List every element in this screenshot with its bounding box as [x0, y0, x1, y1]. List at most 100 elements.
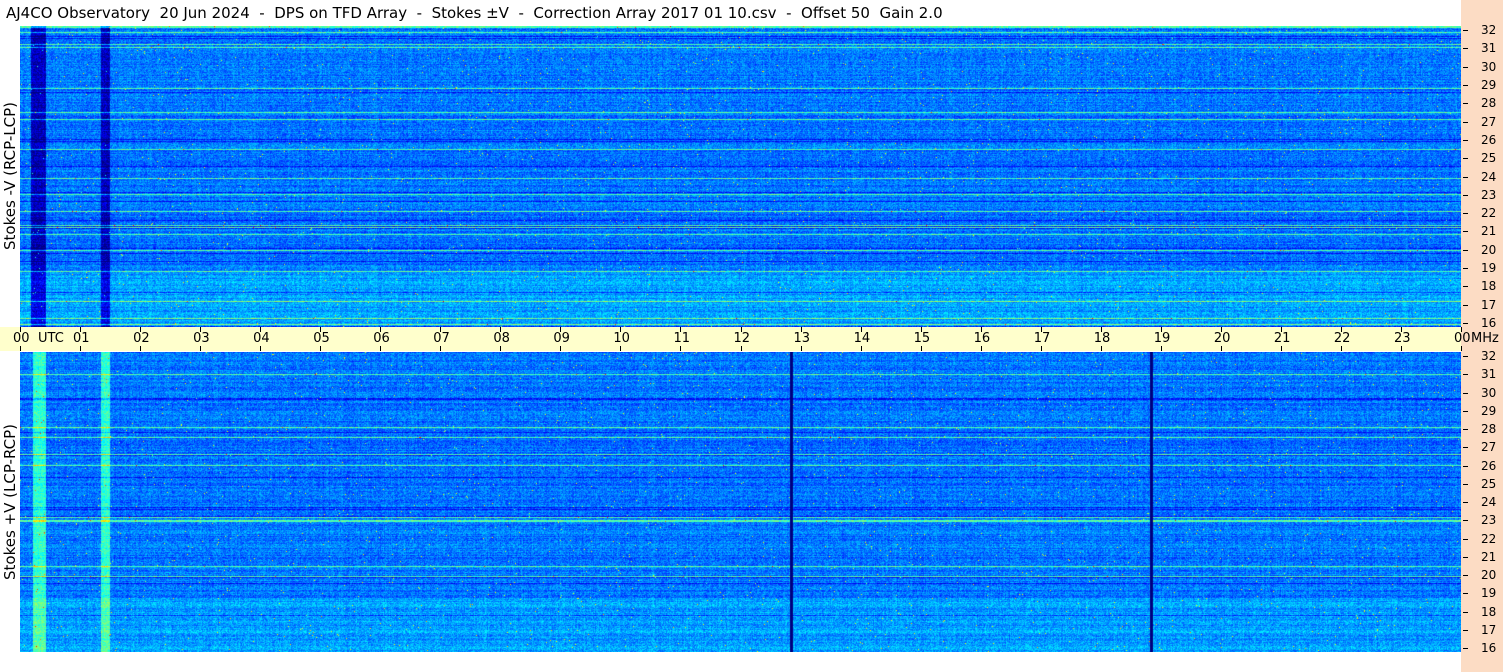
time-tick-mark [1400, 327, 1402, 332]
freq-top-tick-32: 32 [1461, 23, 1503, 37]
time-tick-label: 00 [13, 331, 30, 346]
time-tick-mark [500, 327, 502, 332]
time-tick-mark [1340, 327, 1342, 332]
freq-top-tick-label: 32 [1481, 23, 1497, 37]
freq-top-tick-mark [1463, 231, 1468, 233]
time-tick-mark [80, 346, 82, 351]
time-tick-mark [140, 346, 142, 351]
time-tick-mark [20, 327, 21, 332]
time-tick-mark [440, 346, 442, 351]
time-tick-mark [1040, 346, 1042, 351]
freq-top-tick-29: 29 [1461, 78, 1503, 92]
time-tick-mark [260, 346, 262, 351]
spectrogram-top [20, 26, 1461, 327]
time-tick-mark [1400, 346, 1402, 351]
freq-top-tick-label: 28 [1481, 96, 1497, 111]
freq-top-tick-mark [1463, 323, 1468, 324]
freq-bottom-tick-29: 29 [1461, 404, 1503, 418]
time-tick-mark [1160, 327, 1162, 332]
freq-top-tick-mark [1463, 194, 1468, 196]
freq-bottom-tick-32: 32 [1461, 349, 1503, 363]
freq-top-tick-label: 27 [1481, 114, 1497, 129]
freq-bottom-tick-27: 27 [1461, 440, 1503, 454]
freq-top-tick-mark [1463, 66, 1468, 68]
freq-bottom-tick-label: 29 [1481, 403, 1497, 418]
time-tick-mark [920, 327, 922, 332]
freq-top-tick-label: 21 [1481, 224, 1497, 239]
freq-top-tick-mark [1463, 213, 1468, 215]
freq-bottom-tick-label: 28 [1481, 422, 1497, 436]
spectrogram-bottom-canvas [20, 352, 1461, 652]
freq-bottom-tick-mark [1463, 502, 1468, 503]
freq-bottom-tick-31: 31 [1461, 367, 1503, 381]
freq-top-tick-mark [1463, 121, 1468, 123]
freq-bottom-tick-mark [1463, 392, 1468, 394]
time-tick-mark [680, 327, 682, 332]
time-tick-mark [860, 346, 862, 351]
time-tick-label: 19 [1153, 331, 1171, 346]
freq-bottom-tick-19: 19 [1461, 586, 1503, 600]
freq-bottom-tick-mark [1463, 538, 1468, 540]
freq-top-tick-mark [1463, 84, 1468, 86]
time-tick-label: 03 [193, 331, 210, 346]
freq-bottom-tick-25: 25 [1461, 477, 1503, 491]
time-tick-mark [1280, 346, 1282, 351]
freq-top-tick-25: 25 [1461, 151, 1503, 165]
freq-top-tick-mark [1463, 176, 1468, 178]
time-tick-mark [20, 346, 21, 351]
time-tick-label: 12 [733, 331, 751, 346]
freq-bottom-tick-23: 23 [1461, 513, 1503, 527]
freq-bottom-tick-18: 18 [1461, 605, 1503, 619]
freq-top-tick-28: 28 [1461, 96, 1503, 110]
freq-bottom-tick-mark [1463, 356, 1468, 357]
time-tick-mark [1220, 327, 1222, 332]
freq-top-tick-mark [1463, 268, 1468, 270]
freq-bottom-tick-mark [1463, 629, 1468, 631]
time-tick-label: 23 [1393, 331, 1411, 346]
time-tick-label: 02 [133, 331, 150, 346]
freq-bottom-tick-label: 16 [1481, 641, 1497, 655]
time-tick-label: 22 [1333, 331, 1351, 346]
freq-top-tick-18: 18 [1461, 279, 1503, 293]
time-tick-mark [80, 327, 82, 332]
freq-bottom-tick-label: 20 [1481, 568, 1497, 582]
top-panel-ylabel-text: Stokes -V (RCP-LCP) [1, 102, 19, 250]
freq-bottom-tick-mark [1463, 465, 1468, 467]
time-tick-mark [380, 346, 382, 351]
freq-bottom-tick-22: 22 [1461, 532, 1503, 546]
time-tick-label: 05 [313, 331, 330, 346]
utc-label: UTC [38, 331, 64, 346]
time-tick-mark [620, 327, 622, 332]
time-tick-label: 16 [973, 331, 991, 346]
freq-top-tick-mark [1463, 48, 1468, 50]
freq-top-tick-label: 16 [1481, 316, 1497, 330]
time-tick-mark [200, 346, 202, 351]
time-tick-label: 00 [1454, 331, 1471, 346]
freq-bottom-tick-mark [1463, 556, 1468, 558]
top-panel-ylabel: Stokes -V (RCP-LCP) [0, 26, 20, 326]
mhz-label: MHz [1471, 331, 1499, 346]
frequency-axis-bottom: 32 31 30 29 28 27 26 25 24 23 22 21 20 19 18 17 16 [1461, 349, 1503, 655]
freq-bottom-tick-label: 32 [1481, 349, 1497, 363]
time-tick-mark [1220, 346, 1222, 351]
freq-bottom-tick-28: 28 [1461, 422, 1503, 436]
time-tick-mark [1040, 327, 1042, 332]
time-tick-mark [1160, 346, 1162, 351]
time-tick-label: 10 [613, 331, 630, 346]
time-tick-mark [320, 327, 322, 332]
freq-top-tick-label: 29 [1481, 77, 1497, 92]
freq-bottom-tick-label: 22 [1481, 531, 1497, 546]
time-tick-mark [740, 327, 742, 332]
freq-bottom-tick-21: 21 [1461, 550, 1503, 564]
freq-bottom-tick-label: 27 [1481, 440, 1497, 455]
freq-top-tick-label: 31 [1481, 41, 1497, 56]
freq-bottom-tick-30: 30 [1461, 386, 1503, 400]
bottom-panel-ylabel-text: Stokes +V (LCP-RCP) [1, 424, 19, 580]
time-tick-mark [800, 346, 802, 351]
freq-bottom-tick-mark [1463, 483, 1468, 485]
freq-top-tick-16: 16 [1461, 316, 1503, 330]
time-tick-mark [980, 346, 982, 351]
time-tick-label: 07 [433, 331, 450, 346]
freq-top-tick-mark [1463, 286, 1468, 288]
freq-top-tick-label: 26 [1481, 132, 1497, 147]
